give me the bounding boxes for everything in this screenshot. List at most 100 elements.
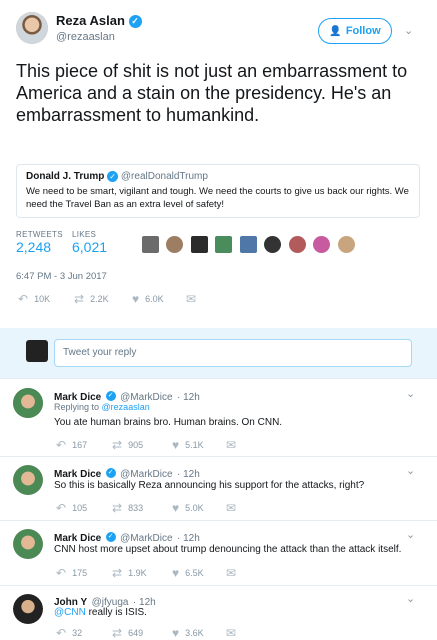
chevron-down-icon[interactable]: ⌄ (406, 387, 415, 400)
message-action[interactable]: ✉ (226, 501, 236, 515)
likers-avatars[interactable] (142, 236, 358, 258)
message-icon: ✉ (186, 292, 197, 306)
liker-avatar[interactable] (313, 236, 331, 253)
like-icon: ♥ (172, 566, 180, 580)
divider (0, 585, 437, 586)
message-action[interactable]: ✉ (226, 438, 236, 452)
reply-count: 32 (72, 628, 83, 638)
like-count: 6.0K (145, 294, 164, 304)
chevron-down-icon[interactable]: ⌄ (406, 464, 415, 477)
reply-icon: ↶ (56, 501, 67, 515)
quoted-tweet[interactable]: Donald J. Trump ✓ @realDonaldTrump We ne… (16, 164, 420, 218)
reply-icon: ↶ (56, 626, 67, 640)
retweet-count: 2.2K (90, 294, 109, 304)
author-name: Reza Aslan (56, 13, 125, 28)
author-handle[interactable]: @rezaaslan (56, 31, 115, 43)
verified-badge-icon: ✓ (105, 531, 116, 542)
reply-avatar[interactable] (13, 388, 43, 418)
author-name-row[interactable]: Reza Aslan ✓ (56, 13, 142, 29)
message-action[interactable]: ✉ (226, 626, 236, 640)
quoted-handle: @realDonaldTrump (120, 171, 208, 183)
chevron-down-icon[interactable]: ⌄ (406, 592, 415, 605)
like-count: 3.6K (185, 628, 204, 638)
like-action[interactable]: ♥ 3.6K (172, 626, 204, 640)
tweet-timestamp[interactable]: 6:47 PM - 3 Jun 2017 (16, 271, 107, 282)
reply-action[interactable]: ↶ 167 (56, 438, 87, 452)
liker-avatar[interactable] (215, 236, 233, 253)
divider (0, 378, 437, 379)
chevron-down-icon[interactable]: ⌄ (404, 24, 413, 37)
like-count: 6.5K (185, 568, 204, 578)
verified-badge-icon: ✓ (128, 15, 142, 29)
like-action[interactable]: ♥ 5.1K (172, 438, 204, 452)
retweet-icon: ⇄ (112, 438, 123, 452)
reply-time: · 12h (177, 533, 200, 544)
likes-stat[interactable]: LIKES 6,021 (72, 230, 107, 255)
retweet-count: 1.9K (128, 568, 147, 578)
like-action[interactable]: ♥ 6.5K (172, 566, 204, 580)
reply-avatar[interactable] (13, 529, 43, 559)
reply-action[interactable]: ↶ 105 (56, 501, 87, 515)
like-icon: ♥ (172, 438, 180, 452)
liker-avatar[interactable] (264, 236, 282, 253)
divider (0, 456, 437, 457)
replying-to: Replying to @rezaaslan (54, 402, 150, 412)
reply-text-body: really is ISIS. (85, 607, 147, 618)
reply-input[interactable]: Tweet your reply (54, 339, 412, 367)
reply-text: So this is basically Reza announcing his… (54, 480, 365, 491)
reply-author-name: Mark Dice (54, 469, 102, 480)
reply-action[interactable]: ↶ 10K (18, 292, 50, 306)
like-action[interactable]: ♥ 5.0K (172, 501, 204, 515)
current-user-avatar (26, 340, 48, 362)
liker-avatar[interactable] (337, 236, 355, 253)
liker-avatar[interactable] (142, 236, 159, 253)
reply-icon: ↶ (56, 438, 67, 452)
message-icon: ✉ (226, 501, 237, 515)
reply-action[interactable]: ↶ 175 (56, 566, 87, 580)
message-icon: ✉ (226, 438, 237, 452)
author-avatar[interactable] (16, 12, 48, 44)
reply-placeholder: Tweet your reply (63, 347, 137, 358)
retweet-count: 905 (128, 440, 144, 450)
retweets-value: 2,248 (16, 239, 52, 255)
message-action[interactable]: ✉ (186, 292, 196, 306)
mention-link[interactable]: @CNN (54, 607, 86, 618)
liker-avatar[interactable] (288, 236, 306, 253)
quoted-text: We need to be smart, vigilant and tough.… (26, 186, 409, 211)
reply-action[interactable]: ↶ 32 (56, 626, 82, 640)
retweet-count: 649 (128, 628, 144, 638)
reply-avatar[interactable] (13, 465, 43, 495)
divider (0, 520, 437, 521)
liker-avatar[interactable] (239, 236, 257, 253)
chevron-down-icon[interactable]: ⌄ (406, 528, 415, 541)
reply-time: · 12h (177, 392, 200, 403)
retweet-action[interactable]: ⇄ 649 (112, 626, 143, 640)
reply-author-name: Mark Dice (54, 533, 102, 544)
retweet-action[interactable]: ⇄ 833 (112, 501, 143, 515)
liker-avatar[interactable] (166, 236, 184, 253)
like-count: 5.0K (185, 503, 204, 513)
follow-button[interactable]: 👤 Follow (318, 18, 392, 44)
reply-text: You ate human brains bro. Human brains. … (54, 417, 283, 428)
replying-to-handle[interactable]: @rezaaslan (102, 402, 150, 412)
retweet-action[interactable]: ⇄ 2.2K (74, 292, 109, 306)
retweet-icon: ⇄ (112, 626, 123, 640)
follow-person-icon: 👤 (329, 25, 342, 37)
retweet-action[interactable]: ⇄ 905 (112, 438, 143, 452)
reply-count: 167 (72, 440, 88, 450)
reply-avatar[interactable] (13, 594, 43, 624)
retweet-count: 833 (128, 503, 144, 513)
retweets-stat[interactable]: RETWEETS 2,248 (16, 230, 63, 255)
message-action[interactable]: ✉ (226, 566, 236, 580)
like-action[interactable]: ♥ 6.0K (132, 292, 164, 306)
retweet-action[interactable]: ⇄ 1.9K (112, 566, 147, 580)
like-icon: ♥ (172, 501, 180, 515)
quoted-verified-icon: ✓ (107, 171, 119, 182)
reply-count: 175 (72, 568, 88, 578)
likes-label: LIKES (72, 230, 97, 239)
message-icon: ✉ (226, 566, 237, 580)
message-icon: ✉ (226, 626, 237, 640)
retweets-label: RETWEETS (16, 230, 63, 239)
reply-text: CNN host more upset about trump denounci… (54, 544, 402, 555)
liker-avatar[interactable] (190, 236, 208, 253)
